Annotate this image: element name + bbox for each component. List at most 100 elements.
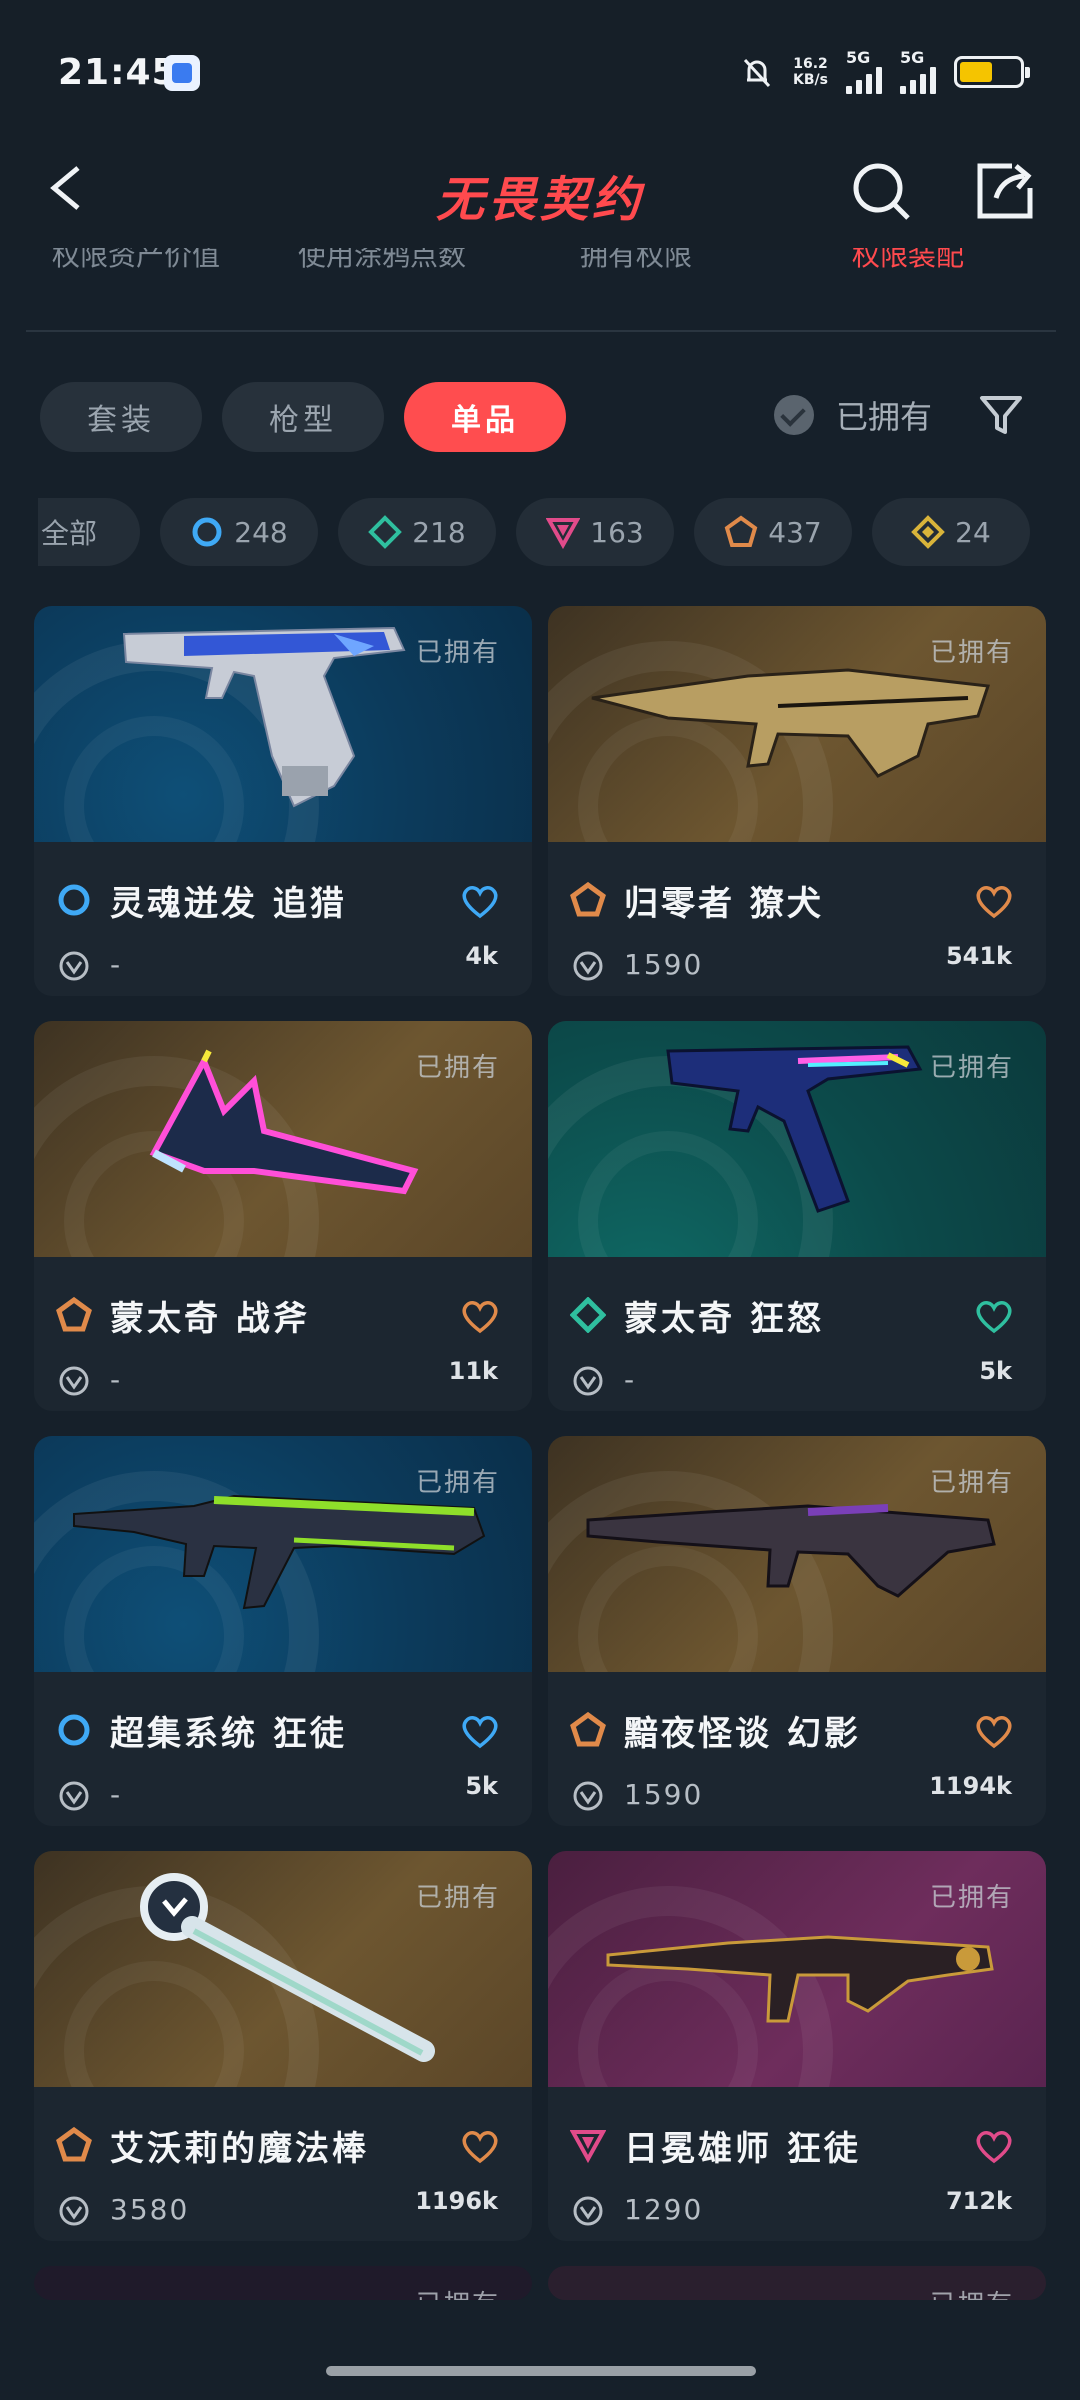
like-count: 5k	[979, 1357, 1012, 1385]
skin-image: 已拥有	[548, 606, 1046, 842]
skin-card[interactable]: 已拥有 归零者 獠犬 1590 541k	[548, 606, 1046, 996]
heart-icon[interactable]	[460, 884, 500, 920]
owned-filter-toggle[interactable]: 已拥有	[774, 392, 932, 438]
owned-tag: 已拥有	[415, 1468, 500, 1498]
signal-sim2: 5G	[900, 50, 936, 94]
valorant-points-icon	[573, 951, 603, 981]
valorant-points-icon	[573, 2196, 603, 2226]
rarity-icon	[56, 1296, 92, 1333]
skin-card[interactable]: 已拥有 艾沃莉的魔法棒 3580 1196k	[34, 1851, 532, 2241]
chip-rarity-premium[interactable]: 163	[516, 498, 674, 566]
skin-name: 艾沃莉的魔法棒	[110, 2129, 369, 2169]
skin-image: 已拥有	[34, 606, 532, 842]
owned-tag: 已拥有	[415, 638, 500, 668]
skin-card[interactable]: 已拥有 超集系统 狂徒 - 5k	[34, 1436, 532, 1826]
rarity-chip-row: 全部 248 218 163 437 24	[38, 498, 1080, 568]
heart-icon[interactable]	[460, 1714, 500, 1750]
skin-card[interactable]: 已拥有 蒙太奇 狂怒 - 5k	[548, 1021, 1046, 1411]
skin-image: 已拥有	[548, 1021, 1046, 1257]
skin-card[interactable]: 已拥有 灵魂迸发 追猎 - 4k	[34, 606, 532, 996]
chip-rarity-deluxe[interactable]: 218	[338, 498, 496, 566]
check-circle-icon[interactable]	[774, 395, 814, 435]
subnav-item[interactable]: 使用涂鸦点数	[298, 248, 466, 270]
heart-icon[interactable]	[460, 2129, 500, 2165]
skin-name: 日冕雄师 狂徒	[624, 2129, 861, 2169]
skin-image: 已拥有	[34, 1436, 532, 1672]
skin-price: 1590	[624, 948, 704, 981]
rarity-ultra-icon	[911, 515, 946, 549]
rarity-icon	[56, 1712, 92, 1748]
skin-info: 超集系统 狂徒 - 5k	[34, 1672, 532, 1826]
like-count: 712k	[945, 2187, 1012, 2215]
chip-rarity-exclusive[interactable]: 437	[694, 498, 852, 566]
heart-icon[interactable]	[974, 2129, 1014, 2165]
skin-card-partial[interactable]: 已拥有	[548, 2266, 1046, 2300]
subnav-item[interactable]: 权限资产价值	[52, 248, 220, 270]
skin-price: 3580	[110, 2193, 190, 2226]
skin-name: 黯夜怪谈 幻影	[624, 1714, 861, 1754]
skin-card[interactable]: 已拥有 黯夜怪谈 幻影 1590 1194k	[548, 1436, 1046, 1826]
like-count: 5k	[465, 1772, 498, 1800]
like-count: 541k	[945, 942, 1012, 970]
skin-price: -	[110, 1363, 123, 1396]
skin-name: 超集系统 狂徒	[110, 1714, 347, 1754]
search-icon[interactable]	[848, 158, 914, 224]
status-time: 21:45	[58, 52, 178, 93]
skin-image: 已拥有	[34, 1021, 532, 1257]
subnav-item-active[interactable]: 权限装配	[852, 248, 964, 270]
status-icons: 16.2 KB/s 5G 5G	[739, 50, 1030, 94]
skin-name: 蒙太奇 狂怒	[624, 1299, 824, 1339]
status-bar: 21:45 16.2 KB/s 5G 5G	[0, 0, 1080, 130]
skin-card[interactable]: 已拥有 蒙太奇 战斧 - 11k	[34, 1021, 532, 1411]
skin-image: 已拥有	[548, 1851, 1046, 2087]
valorant-points-icon	[59, 951, 89, 981]
subnav: 权限资产价值 使用涂鸦点数 拥有权限 权限装配	[26, 248, 1056, 270]
chip-rarity-ultra[interactable]: 24	[872, 498, 1030, 566]
rarity-icon	[56, 2126, 92, 2163]
rarity-icon	[570, 881, 606, 918]
rarity-deluxe-icon	[368, 515, 403, 549]
skin-info: 蒙太奇 狂怒 - 5k	[548, 1257, 1046, 1411]
share-icon[interactable]	[972, 158, 1038, 224]
owned-tag: 已拥有	[929, 1883, 1014, 1913]
skin-price: -	[624, 1363, 637, 1396]
signal-icon	[900, 66, 936, 94]
skin-info: 日冕雄师 狂徒 1290 712k	[548, 2087, 1046, 2241]
skin-info: 灵魂迸发 追猎 - 4k	[34, 842, 532, 996]
heart-icon[interactable]	[974, 1299, 1014, 1335]
rarity-icon	[570, 1711, 606, 1748]
skin-card[interactable]: 已拥有 日冕雄师 狂徒 1290 712k	[548, 1851, 1046, 2241]
chip-all[interactable]: 全部	[38, 498, 140, 566]
skin-price: 1290	[624, 2193, 704, 2226]
skin-info: 黯夜怪谈 幻影 1590 1194k	[548, 1672, 1046, 1826]
signal-icon	[846, 66, 882, 94]
heart-icon[interactable]	[460, 1299, 500, 1335]
home-indicator[interactable]	[326, 2366, 756, 2376]
owned-tag: 已拥有	[929, 638, 1014, 668]
skin-name: 归零者 獠犬	[624, 884, 824, 924]
skin-name: 蒙太奇 战斧	[110, 1299, 310, 1339]
heart-icon[interactable]	[974, 884, 1014, 920]
rarity-premium-icon	[546, 518, 581, 549]
chip-rarity-select[interactable]: 248	[160, 498, 318, 566]
skin-name: 灵魂迸发 追猎	[110, 884, 347, 924]
rarity-icon	[569, 2127, 607, 2164]
tab-single-item[interactable]: 单品	[404, 382, 566, 452]
valorant-points-icon	[59, 2196, 89, 2226]
tab-set[interactable]: 套装	[40, 382, 202, 452]
heart-icon[interactable]	[974, 1714, 1014, 1750]
valorant-points-icon	[573, 1781, 603, 1811]
skin-info: 艾沃莉的魔法棒 3580 1196k	[34, 2087, 532, 2241]
skin-image: 已拥有	[34, 1851, 532, 2087]
tab-weapon-type[interactable]: 枪型	[222, 382, 384, 452]
owned-tag: 已拥有	[415, 1883, 500, 1913]
signal-sim1: 5G	[846, 50, 882, 94]
skin-card-partial[interactable]: 已拥有	[34, 2266, 532, 2300]
valorant-points-icon	[59, 1781, 89, 1811]
like-count: 1194k	[929, 1772, 1012, 1800]
filter-funnel-icon[interactable]	[978, 392, 1024, 438]
subnav-item[interactable]: 拥有权限	[580, 248, 692, 270]
rarity-icon	[56, 882, 92, 918]
mute-bell-icon	[743, 58, 771, 88]
like-count: 11k	[448, 1357, 498, 1385]
